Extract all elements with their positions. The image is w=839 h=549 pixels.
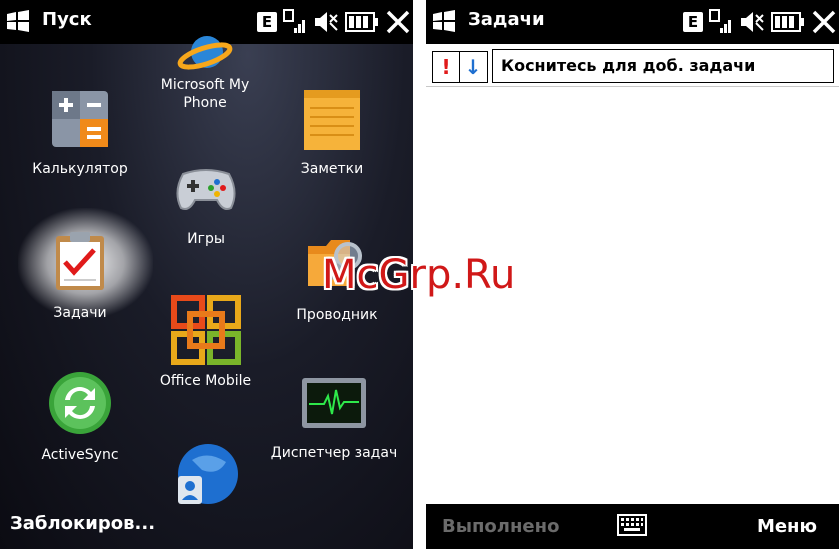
tile-calculator[interactable]: Калькулятор (20, 88, 140, 178)
tile-task-manager[interactable]: Диспетчер задач (264, 374, 404, 462)
status-icons: E (683, 8, 837, 36)
page-title: Пуск (42, 9, 92, 30)
network-type-icon[interactable]: E (683, 12, 703, 32)
gamepad-icon (176, 169, 236, 210)
new-task-input[interactable]: Коснитесь для доб. задачи (492, 49, 834, 83)
globe-contact-icon (177, 444, 238, 504)
priority-high-button[interactable]: ! (433, 52, 459, 82)
tile-office-mobile[interactable]: Office Mobile (148, 294, 263, 390)
windows-start-icon[interactable] (431, 10, 457, 32)
activesync-icon (49, 372, 111, 434)
battery-icon[interactable] (771, 11, 805, 33)
battery-icon[interactable] (345, 11, 379, 33)
close-icon[interactable] (811, 9, 837, 35)
windows-start-icon[interactable] (5, 10, 31, 32)
tile-notes[interactable]: Заметки (272, 88, 392, 178)
menu-softkey[interactable]: Меню (757, 516, 817, 537)
keyboard-icon[interactable] (617, 514, 647, 536)
volume-muted-icon[interactable] (739, 9, 765, 35)
tasks-clipboard-icon (56, 232, 104, 290)
page-title: Задачи (468, 9, 545, 30)
tile-activesync[interactable]: ActiveSync (20, 370, 140, 464)
tile-games[interactable]: Игры (146, 162, 266, 248)
close-icon[interactable] (385, 9, 411, 35)
status-icons: E (257, 8, 411, 36)
signal-icon[interactable] (709, 9, 733, 35)
notes-icon (304, 90, 360, 150)
new-task-bar: ! ↓ Коснитесь для доб. задачи (426, 44, 839, 87)
my-phone-icon (177, 36, 233, 70)
calculator-icon (52, 91, 108, 147)
new-task-placeholder: Коснитесь для доб. задачи (501, 56, 756, 75)
lock-softkey[interactable]: Заблокиров... (10, 513, 155, 534)
softkey-bar: Выполнено Меню (426, 504, 839, 549)
network-type-icon[interactable]: E (257, 12, 277, 32)
watermark: McGrp.Ru (322, 252, 516, 298)
complete-softkey[interactable]: Выполнено (442, 516, 559, 537)
title-bar: Задачи E (426, 0, 839, 44)
office-icon (170, 295, 241, 365)
priority-selector[interactable]: ! ↓ (432, 51, 488, 83)
tile-tasks[interactable]: Задачи (20, 230, 140, 322)
volume-muted-icon[interactable] (313, 9, 339, 35)
tile-contacts-globe[interactable] (168, 440, 243, 508)
signal-icon[interactable] (283, 9, 307, 35)
tile-microsoft-my-phone[interactable]: Microsoft My Phone (150, 30, 260, 112)
task-manager-icon (302, 378, 366, 428)
priority-low-button[interactable]: ↓ (460, 52, 486, 82)
